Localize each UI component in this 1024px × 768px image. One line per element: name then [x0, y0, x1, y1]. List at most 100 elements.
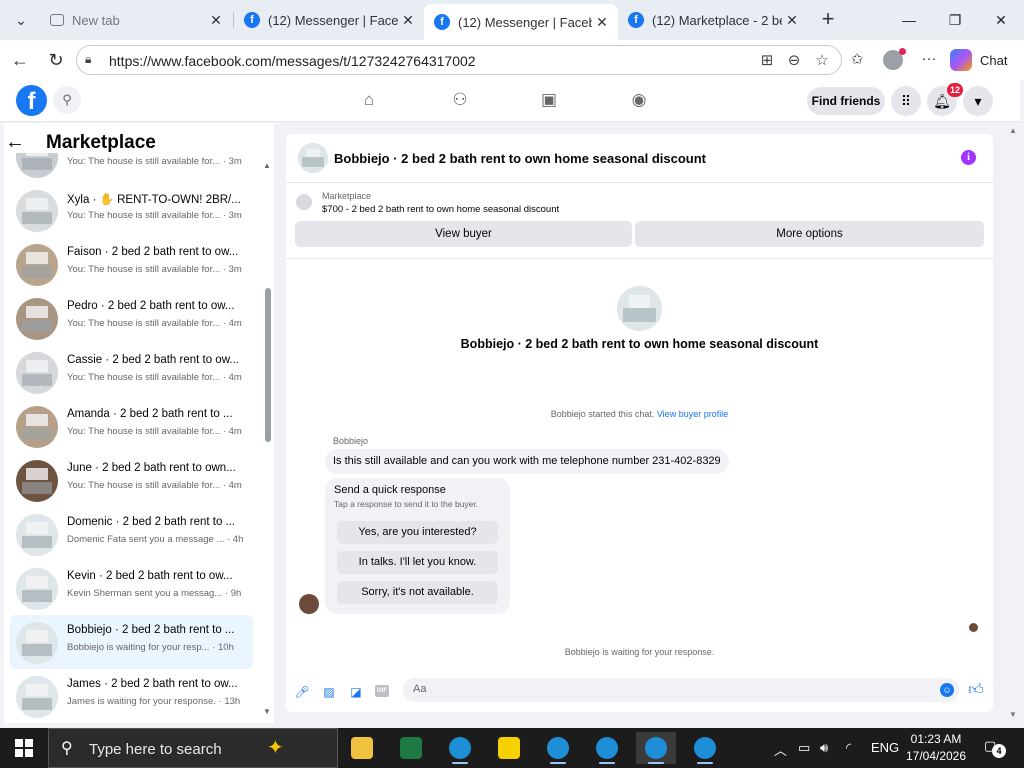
- conversation-item[interactable]: Kevin · 2 bed 2 bath rent to ow... Kevin …: [10, 561, 253, 615]
- facebook-favicon-icon: f: [434, 14, 450, 30]
- edge-app[interactable]: [440, 732, 480, 764]
- listing-thumbnail[interactable]: [296, 194, 312, 210]
- conversation-item[interactable]: Faison · 2 bed 2 bath rent to ow... You: …: [10, 237, 253, 291]
- view-buyer-profile-link[interactable]: View buyer profile: [657, 409, 728, 419]
- listing-title[interactable]: $700 - 2 bed 2 bath rent to own home sea…: [322, 204, 559, 215]
- minimize-button[interactable]: —: [886, 0, 932, 40]
- facebook-favicon-icon: f: [244, 12, 260, 28]
- quick-response-button[interactable]: In talks. I'll let you know.: [337, 551, 498, 574]
- volume-icon[interactable]: 🔊︎: [820, 740, 828, 756]
- edge-app-active[interactable]: [636, 732, 676, 764]
- view-buyer-button[interactable]: View buyer: [295, 221, 632, 247]
- listing-large-avatar[interactable]: [617, 286, 662, 331]
- conversation-item-selected[interactable]: Bobbiejo · 2 bed 2 bath rent to ... Bobbi…: [10, 615, 253, 669]
- quick-response-button[interactable]: Sorry, it's not available.: [337, 581, 498, 604]
- url-text[interactable]: https://www.facebook.com/messages/t/1273…: [109, 53, 476, 69]
- tab-close-icon[interactable]: ✕: [592, 14, 612, 31]
- friends-icon[interactable]: ⚇: [448, 88, 472, 112]
- conversation-item[interactable]: Cassie · 2 bed 2 bath rent to ow... You: …: [10, 345, 253, 399]
- edge-app-4[interactable]: [685, 732, 725, 764]
- conversation-item[interactable]: James · 2 bed 2 bath rent to ow... James …: [10, 669, 253, 723]
- more-options-button[interactable]: More options: [635, 221, 984, 247]
- sticker-icon[interactable]: ◪: [348, 684, 364, 700]
- action-center-button[interactable]: ▢ 4: [984, 738, 1006, 758]
- find-friends-button[interactable]: Find friends: [807, 87, 885, 115]
- conversation-item[interactable]: Amanda · 2 bed 2 bath rent to ... You: Th…: [10, 399, 253, 453]
- conversation-item[interactable]: June · 2 bed 2 bath rent to own... You: T…: [10, 453, 253, 507]
- language-indicator[interactable]: ENG: [871, 740, 899, 755]
- incoming-message[interactable]: Is this still available and can you work…: [325, 449, 729, 474]
- thumbs-up-icon[interactable]: 👍︎: [967, 681, 985, 699]
- scroll-up-arrow[interactable]: ▲: [262, 161, 272, 170]
- favorite-star-icon[interactable]: ☆: [812, 51, 832, 71]
- scroll-down-arrow[interactable]: ▼: [262, 707, 272, 716]
- tab-close-icon[interactable]: ✕: [782, 12, 802, 29]
- emoji-icon[interactable]: ☺: [940, 683, 954, 697]
- conversation-name: James · 2 bed 2 bath rent to ow...: [67, 678, 238, 690]
- start-button[interactable]: [0, 728, 48, 768]
- conversation-avatar: [16, 622, 58, 664]
- conversation-avatar: [16, 190, 58, 232]
- edge-app-2[interactable]: [538, 732, 578, 764]
- chat-started-notice: Bobbiejo started this chat. View buyer p…: [286, 409, 993, 419]
- taskbar-search-box[interactable]: ⚲ Type here to search ✦: [48, 728, 338, 768]
- scrollbar-thumb[interactable]: [265, 288, 271, 442]
- conversation-list: You: The house is still available for...…: [10, 153, 260, 723]
- taskbar-clock[interactable]: 01:23 AM 17/04/2026: [898, 731, 974, 765]
- more-options-icon[interactable]: ···: [918, 50, 940, 72]
- close-window-button[interactable]: ✕: [978, 0, 1024, 40]
- new-tab-button[interactable]: +: [816, 8, 840, 32]
- network-icon[interactable]: ◜: [846, 740, 851, 756]
- quick-response-card: Send a quick response Tap a response to …: [325, 478, 510, 614]
- conversation-name: Xyla · ✋ RENT-TO-OWN! 2BR/...: [67, 194, 241, 206]
- back-arrow-icon[interactable]: ←: [0, 131, 30, 154]
- favorites-icon[interactable]: ✩: [846, 50, 868, 72]
- conversation-item[interactable]: Pedro · 2 bed 2 bath rent to ow... You: T…: [10, 291, 253, 345]
- back-button[interactable]: ←: [6, 46, 34, 74]
- video-icon[interactable]: ▣: [537, 88, 561, 112]
- photo-icon[interactable]: ▨: [321, 684, 337, 700]
- conversation-item[interactable]: Domenic · 2 bed 2 bath rent to ... Domeni…: [10, 507, 253, 561]
- excel-app[interactable]: [391, 732, 431, 764]
- tab-messenger-1[interactable]: f (12) Messenger | Facebook ✕: [234, 4, 424, 36]
- sticky-notes-app[interactable]: [489, 732, 529, 764]
- message-input[interactable]: Aa ☺: [403, 678, 959, 702]
- notification-count-badge: 4: [992, 744, 1006, 758]
- facebook-logo-icon[interactable]: f: [16, 85, 47, 116]
- quick-response-button[interactable]: Yes, are you interested?: [337, 521, 498, 544]
- sender-avatar[interactable]: [299, 594, 319, 614]
- conversation-item[interactable]: Xyla · ✋ RENT-TO-OWN! 2BR/... You: The ho…: [10, 183, 253, 237]
- tab-marketplace[interactable]: f (12) Marketplace - 2 bed 2 bath ✕: [618, 4, 808, 36]
- chat-intro-title: Bobbiejo · 2 bed 2 bath rent to own home…: [460, 337, 819, 351]
- meet-now-icon[interactable]: ▭: [798, 740, 810, 756]
- site-info-icon[interactable]: 🔒︎: [85, 52, 101, 68]
- address-bar[interactable]: 🔒︎ https://www.facebook.com/messages/t/1…: [76, 45, 842, 75]
- copilot-chat-button[interactable]: Chat: [950, 47, 1007, 73]
- tab-close-icon[interactable]: ✕: [206, 12, 226, 29]
- conversation-item[interactable]: You: The house is still available for...…: [10, 153, 253, 183]
- refresh-button[interactable]: ↻: [42, 46, 70, 74]
- microphone-icon[interactable]: 🎤︎: [294, 684, 310, 700]
- home-icon[interactable]: ⌂: [357, 88, 381, 112]
- groups-icon[interactable]: ◉: [627, 88, 651, 112]
- restore-button[interactable]: ❐: [932, 0, 978, 40]
- info-icon[interactable]: i: [961, 150, 976, 165]
- tab-new-tab[interactable]: New tab ✕: [40, 4, 232, 36]
- account-chevron-icon[interactable]: ▾: [963, 86, 993, 116]
- menu-grid-icon[interactable]: ⠿: [891, 86, 921, 116]
- file-explorer-app[interactable]: [342, 732, 382, 764]
- conversation-name: June · 2 bed 2 bath rent to own...: [67, 462, 236, 474]
- listing-avatar[interactable]: [298, 143, 328, 173]
- search-icon[interactable]: ⚲: [53, 86, 81, 114]
- page-scroll-up-arrow[interactable]: ▲: [1009, 126, 1017, 135]
- edge-app-3[interactable]: [587, 732, 627, 764]
- tab-close-icon[interactable]: ✕: [398, 12, 418, 29]
- tab-actions-menu-button[interactable]: ⌄: [6, 6, 36, 34]
- app-available-icon[interactable]: ⊞: [757, 51, 777, 71]
- gif-icon[interactable]: GIF: [375, 685, 389, 697]
- show-hidden-icons[interactable]: ︿: [774, 740, 787, 759]
- chat-title[interactable]: Bobbiejo · 2 bed 2 bath rent to own home…: [334, 151, 706, 166]
- page-scroll-down-arrow[interactable]: ▼: [1009, 710, 1017, 719]
- zoom-icon[interactable]: ⊖: [784, 51, 804, 71]
- tab-messenger-active[interactable]: f (12) Messenger | Facebook ✕: [424, 4, 618, 40]
